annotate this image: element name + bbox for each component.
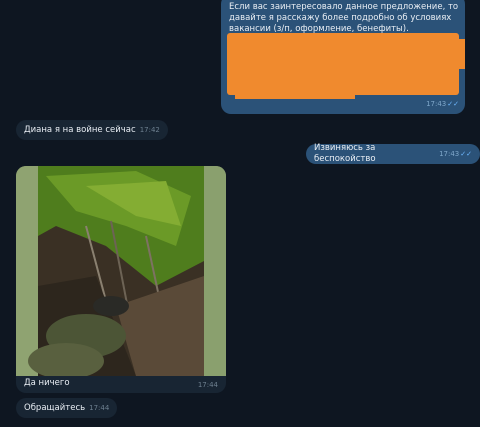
photo-caption: Да ничего: [24, 378, 70, 388]
photo-attachment[interactable]: [16, 166, 226, 376]
message-text: Извиняюсь за беспокойство: [314, 143, 376, 164]
redaction-overlay: [227, 33, 465, 99]
message-meta: 17:44: [198, 380, 218, 391]
incoming-photo-message[interactable]: Да ничего 17:44: [16, 166, 226, 393]
message-meta: 17:43✓✓: [426, 99, 459, 110]
message-time: 17:43: [426, 100, 447, 108]
double-check-icon: ✓✓: [460, 149, 472, 158]
double-check-icon: ✓✓: [447, 100, 459, 108]
incoming-message[interactable]: Обращайтесь 17:44: [16, 398, 118, 418]
message-text: Обращайтесь: [24, 402, 86, 413]
outgoing-message[interactable]: Если вас заинтересовало данное предложен…: [221, 0, 465, 114]
message-time: 17:44: [197, 381, 218, 389]
message-text: Если вас заинтересовало данное предложен…: [229, 2, 459, 34]
outgoing-message[interactable]: Извиняюсь за беспокойство 17:43 ✓✓: [306, 143, 480, 164]
message-time: 17:43: [439, 149, 460, 158]
message-time: 17:44: [89, 403, 110, 412]
message-time: 17:42: [139, 125, 160, 134]
message-text: Диана я на войне сейчас: [24, 124, 136, 135]
incoming-message[interactable]: Диана я на войне сейчас 17:42: [16, 120, 168, 140]
